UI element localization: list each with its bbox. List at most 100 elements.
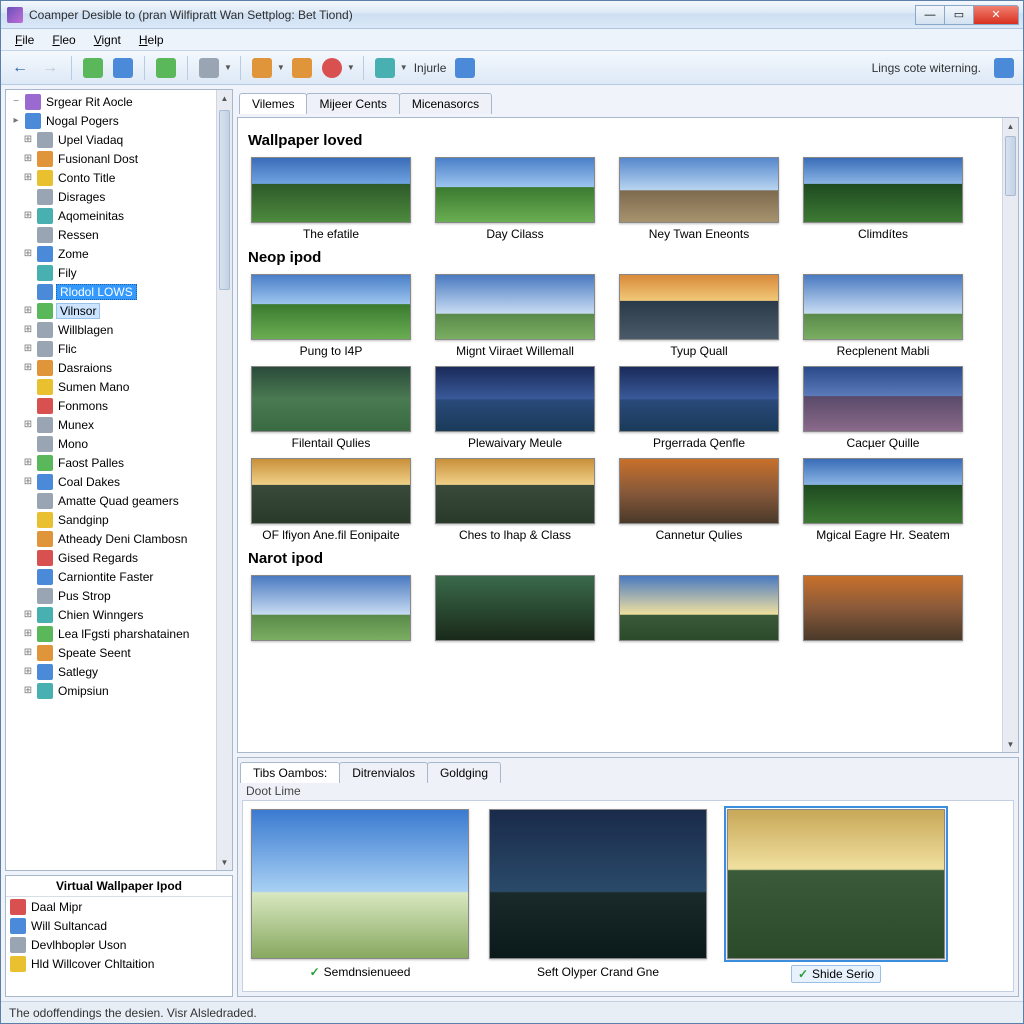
preview-thumb[interactable]: ✓ Shide Serio [727,809,945,983]
scroll-thumb[interactable] [219,110,230,290]
tree-item[interactable]: Mono [6,434,216,453]
scroll-down-icon[interactable]: ▼ [1003,736,1018,752]
minimize-button[interactable]: — [915,5,945,25]
expand-icon[interactable]: ⊞ [22,666,34,677]
expand-icon[interactable]: ⊞ [22,248,34,259]
tree-item[interactable]: ⊞Coal Dakes [6,472,216,491]
expand-icon[interactable]: ⊞ [22,476,34,487]
tree-item[interactable]: Atheady Deni Clambosn [6,529,216,548]
expand-icon[interactable]: ⊞ [22,628,34,639]
tree-item[interactable]: Fonmons [6,396,216,415]
tree-item[interactable]: −Srgear Rit Aocle [6,92,216,111]
expand-icon[interactable]: ▸ [10,115,22,126]
wallpaper-thumb[interactable]: Ches to lhap & Class [432,458,598,544]
tree-item[interactable]: ⊞Faost Palles [6,453,216,472]
tree-item[interactable]: ▸Nogal Pogers [6,111,216,130]
menu-file[interactable]: File [7,31,42,49]
tab[interactable]: Mijeer Cents [306,93,399,114]
tree-item[interactable]: ⊞Zome [6,244,216,263]
tree-item[interactable]: ⊞Speate Seent [6,643,216,662]
wallpaper-thumb[interactable]: Ney Twan Eneonts [616,157,782,243]
scroll-thumb[interactable] [1005,136,1016,196]
tree-item[interactable]: ⊞Conto Title [6,168,216,187]
list-item[interactable]: Devlhboplər Uson [6,935,232,954]
wallpaper-thumb[interactable]: Day Cilass [432,157,598,243]
tab[interactable]: Tibs Oambos: [240,762,340,783]
expand-icon[interactable]: ⊞ [22,210,34,221]
tab[interactable]: Vilemes [239,93,307,114]
wallpaper-thumb[interactable]: Mgical Eagre Hr. Seatem [800,458,966,544]
dropdown-icon[interactable]: ▼ [400,63,408,72]
tool-6[interactable] [289,55,315,81]
close-button[interactable]: ✕ [973,5,1019,25]
tree-item[interactable]: ⊞Chien Winngers [6,605,216,624]
tool-7[interactable] [319,55,345,81]
expand-icon[interactable]: ⊞ [22,134,34,145]
expand-icon[interactable]: ⊞ [22,172,34,183]
preview-thumb[interactable]: Seft Olyper Crand Gne [489,809,707,979]
dropdown-icon[interactable]: ▼ [347,63,355,72]
expand-icon[interactable]: ⊞ [22,419,34,430]
preview-thumb[interactable]: ✓ Semdnsienueed [251,809,469,979]
tree-item[interactable]: ⊞Willblagen [6,320,216,339]
tree-item[interactable]: Pus Strop [6,586,216,605]
list-item[interactable]: Hld Willcover Chltaition [6,954,232,973]
tree-scrollbar[interactable]: ▲ ▼ [216,90,232,870]
scroll-down-icon[interactable]: ▼ [217,854,232,870]
expand-icon[interactable]: ⊞ [22,647,34,658]
tool-1[interactable] [80,55,106,81]
wallpaper-thumb[interactable]: Filentail Qulies [248,366,414,452]
expand-icon[interactable]: ⊞ [22,305,34,316]
wallpaper-thumb[interactable]: The efatile [248,157,414,243]
expand-icon[interactable]: ⊞ [22,324,34,335]
scroll-up-icon[interactable]: ▲ [217,90,232,106]
dropdown-icon[interactable]: ▼ [277,63,285,72]
expand-icon[interactable]: ⊞ [22,343,34,354]
tree-item[interactable]: ⊞Vilnsor [6,301,216,320]
tree-item[interactable]: Amatte Quad geamers [6,491,216,510]
tree-item[interactable]: Sumen Mano [6,377,216,396]
tree-item[interactable]: ⊞Upel Viadaq [6,130,216,149]
expand-icon[interactable]: − [10,96,22,107]
tool-4[interactable] [196,55,222,81]
expand-icon[interactable]: ⊞ [22,153,34,164]
tree-item[interactable]: Ressen [6,225,216,244]
tab[interactable]: Goldging [427,762,501,783]
expand-icon[interactable]: ⊞ [22,609,34,620]
wallpaper-thumb[interactable]: Mignt Viiraet Willemall [432,274,598,360]
wallpaper-thumb[interactable]: Plewaivary Meule [432,366,598,452]
scroll-up-icon[interactable]: ▲ [1003,118,1018,134]
content-scrollbar[interactable]: ▲ ▼ [1002,118,1018,752]
tab[interactable]: Micenasorcs [399,93,492,114]
help-button[interactable] [991,55,1017,81]
tree-item[interactable]: ⊞Satlegy [6,662,216,681]
tool-5[interactable] [249,55,275,81]
menu-vignt[interactable]: Vignt [86,31,129,49]
tool-3[interactable] [153,55,179,81]
wallpaper-thumb[interactable]: Cacµer Quille [800,366,966,452]
wallpaper-thumb[interactable]: Tyup Quall [616,274,782,360]
wallpaper-thumb[interactable] [248,575,414,661]
tool-8[interactable] [372,55,398,81]
list-item[interactable]: Will Sultancad [6,916,232,935]
tree-item[interactable]: ⊞Munex [6,415,216,434]
maximize-button[interactable]: ▭ [944,5,974,25]
dropdown-icon[interactable]: ▼ [224,63,232,72]
wallpaper-thumb[interactable]: Recplenent Mabli [800,274,966,360]
expand-icon[interactable]: ⊞ [22,685,34,696]
tree-item[interactable]: ⊞Fusionanl Dost [6,149,216,168]
tree-item[interactable]: Fily [6,263,216,282]
tree-item[interactable]: ⊞Flic [6,339,216,358]
tool-2[interactable] [110,55,136,81]
expand-icon[interactable]: ⊞ [22,362,34,373]
wallpaper-thumb[interactable]: OF lfiyon Ane.fil Eonipaite [248,458,414,544]
tree-item[interactable]: Sandginp [6,510,216,529]
tree-item[interactable]: Disrages [6,187,216,206]
wallpaper-thumb[interactable] [616,575,782,661]
back-button[interactable]: ← [7,55,33,81]
wallpaper-thumb[interactable] [432,575,598,661]
wallpaper-thumb[interactable]: Pung to I4P [248,274,414,360]
expand-icon[interactable]: ⊞ [22,457,34,468]
menu-help[interactable]: Help [131,31,172,49]
menu-fleo[interactable]: Fleo [44,31,83,49]
